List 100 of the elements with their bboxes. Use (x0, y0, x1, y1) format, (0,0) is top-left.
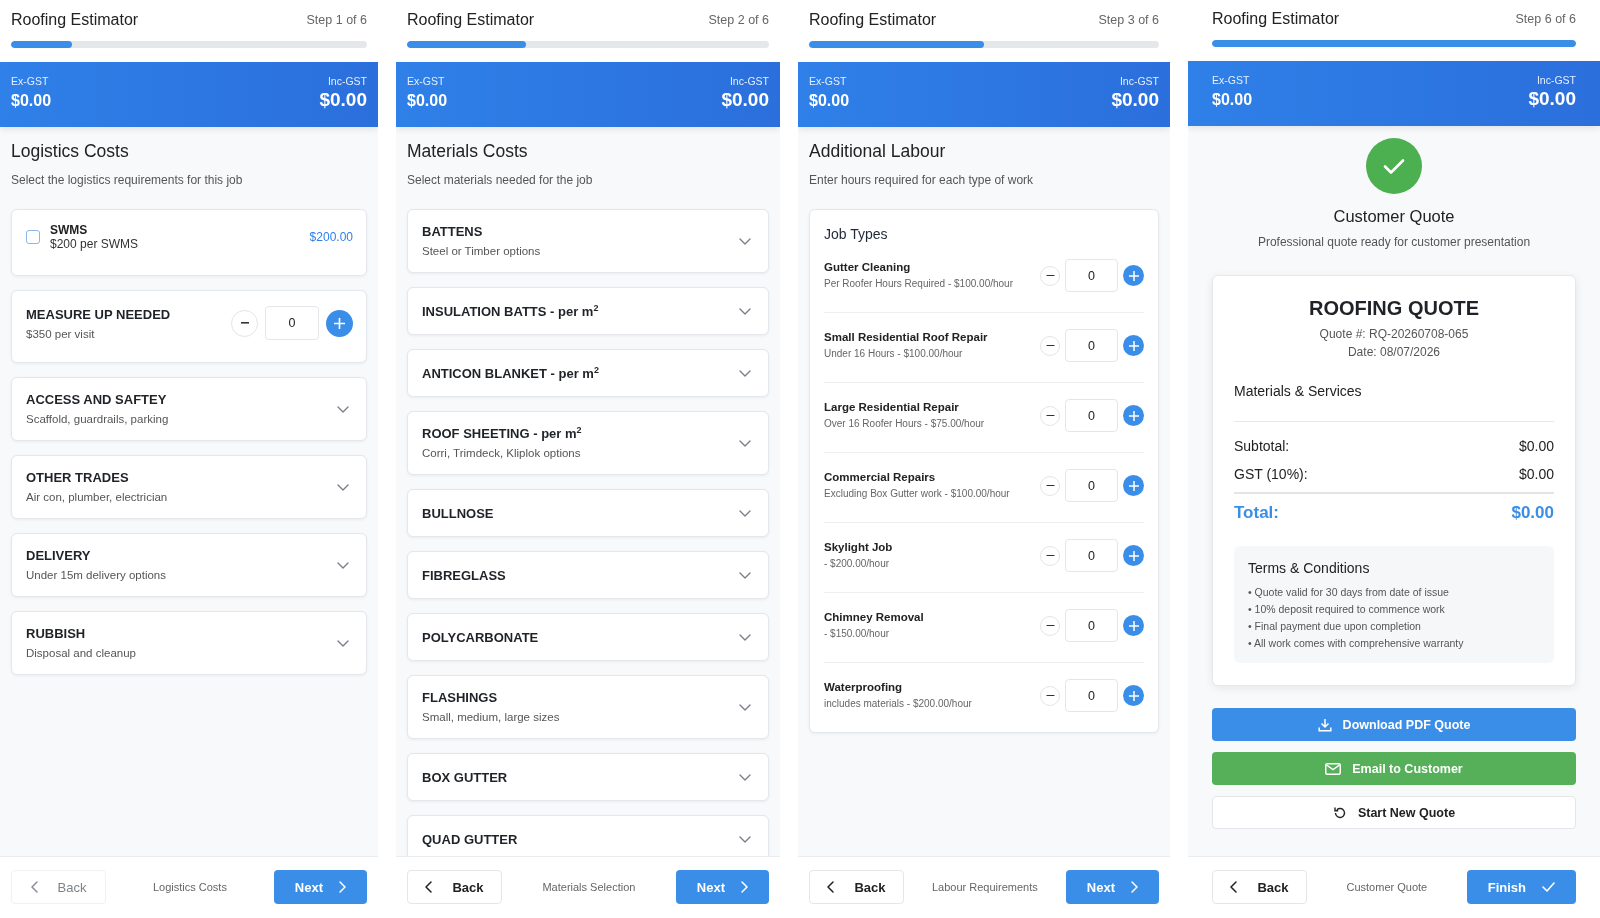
category-title: QUAD GUTTER (422, 830, 518, 848)
inc-gst-label: Inc-GST (1536, 74, 1576, 87)
decrement-button[interactable] (1040, 475, 1060, 496)
chevron-right-icon (339, 881, 346, 893)
decrement-button[interactable] (1040, 615, 1060, 636)
category-description: Disposal and cleanup (26, 646, 136, 661)
decrement-button[interactable] (231, 309, 258, 337)
accordion-header[interactable]: ROOF SHEETING - per m$^{2}$ Corri, Trimdeck, Kliplok options (407, 411, 769, 475)
inc-gst-amount: $0.00 (1111, 89, 1159, 111)
increment-button[interactable] (1123, 335, 1144, 356)
plus-icon (1128, 270, 1139, 281)
increment-button[interactable] (1123, 405, 1144, 426)
refresh-icon (1332, 805, 1347, 820)
accordion-header[interactable]: QUAD GUTTER (407, 815, 769, 856)
category-title: FIBREGLASS (422, 566, 506, 584)
minus-icon (1045, 554, 1055, 557)
quantity-field[interactable]: 0 (265, 306, 319, 340)
chevron-left-icon (1230, 881, 1238, 893)
increment-button[interactable] (326, 309, 353, 337)
option-rate: $200 per SWMS (50, 237, 139, 251)
minus-icon (1045, 344, 1055, 347)
hours-field[interactable]: 0 (1065, 259, 1118, 292)
minus-icon (1045, 414, 1055, 417)
section-heading: Customer Quote (1333, 206, 1455, 226)
accordion-header[interactable]: FIBREGLASS (407, 551, 769, 599)
increment-button[interactable] (1123, 265, 1144, 286)
ex-gst-label: Ex-GST (809, 75, 848, 88)
job-name: Chimney Removal (824, 610, 924, 625)
decrement-button[interactable] (1040, 335, 1060, 356)
start-new-quote-button[interactable]: Start New Quote (1212, 796, 1576, 829)
category-description: Corri, Trimdeck, Kliplok options (422, 446, 581, 461)
checkbox[interactable] (26, 230, 40, 244)
category-description: Air con, plumber, electrician (26, 490, 168, 505)
decrement-button[interactable] (1040, 405, 1060, 426)
decrement-button[interactable] (1040, 685, 1060, 706)
hours-field[interactable]: 0 (1065, 539, 1118, 572)
category-title: POLYCARBONATE (422, 628, 539, 646)
accordion-header[interactable]: POLYCARBONATE (407, 613, 769, 661)
plus-icon (334, 317, 345, 329)
chevron-right-icon (1131, 881, 1138, 893)
back-button[interactable]: Back (809, 870, 904, 904)
hours-field[interactable]: 0 (1065, 329, 1118, 362)
accordion-header[interactable]: INSULATION BATTS - per m$^{2}$ (407, 287, 769, 335)
app-title: Roofing Estimator (11, 11, 139, 29)
ex-gst-label: Ex-GST (407, 75, 446, 88)
ex-gst-amount: $0.00 (1212, 90, 1253, 110)
inc-gst-amount: $0.00 (1528, 88, 1576, 110)
plus-icon (1128, 620, 1139, 631)
job-name: Commercial Repairs (824, 470, 936, 485)
job-rate: - $200.00/hour (824, 557, 890, 571)
option-price: $200.00 (309, 230, 353, 244)
back-button[interactable]: Back (1212, 870, 1307, 904)
minus-icon (239, 322, 250, 324)
step-caption: Materials Selection (542, 881, 636, 893)
total-amount: $0.00 (1511, 502, 1554, 524)
decrement-button[interactable] (1040, 545, 1060, 566)
category-description: Under 15m delivery options (26, 568, 166, 583)
accordion-header[interactable]: BATTENS Steel or Timber options (407, 209, 769, 273)
category-title: OTHER TRADES (26, 469, 129, 486)
inc-gst-amount: $0.00 (319, 89, 367, 111)
chevron-right-icon (741, 881, 748, 893)
accordion-header[interactable]: RUBBISH Disposal and cleanup (11, 611, 367, 675)
decrement-button[interactable] (1040, 265, 1060, 286)
increment-button[interactable] (1123, 475, 1144, 496)
accordion-header[interactable]: BOX GUTTER (407, 753, 769, 801)
terms-item: • Quote valid for 30 days from date of issue (1248, 585, 1449, 600)
option-rate: $350 per visit (26, 327, 95, 342)
category-title: FLASHINGS (422, 689, 498, 706)
increment-button[interactable] (1123, 685, 1144, 706)
increment-button[interactable] (1123, 615, 1144, 636)
chevron-left-icon (425, 881, 433, 893)
accordion-header[interactable]: FLASHINGS Small, medium, large sizes (407, 675, 769, 739)
category-description: Scaffold, guardrails, parking (26, 412, 169, 427)
category-title: RUBBISH (26, 625, 86, 642)
option-card[interactable]: SWMS $200 per SWMS $200.00 (11, 209, 367, 276)
hours-field[interactable]: 0 (1065, 679, 1118, 712)
section-description: Select the logistics requirements for this job (11, 172, 244, 188)
accordion-header[interactable]: DELIVERY Under 15m delivery options (11, 533, 367, 597)
plus-icon (1128, 690, 1139, 701)
hours-field[interactable]: 0 (1065, 469, 1118, 502)
step-counter: Step 2 of 6 (708, 13, 769, 27)
inc-gst-label: Inc-GST (327, 75, 367, 88)
back-button[interactable]: Back (407, 870, 502, 904)
accordion-header[interactable]: ACCESS AND SAFTEY Scaffold, guardrails, parking (11, 377, 367, 441)
terms-heading: Terms & Conditions (1248, 559, 1370, 577)
ex-gst-amount: $0.00 (809, 91, 850, 111)
accordion-header[interactable]: BULLNOSE (407, 489, 769, 537)
total-label: Total: (1234, 502, 1279, 524)
line-amount: $0.00 (1518, 437, 1554, 455)
category-title: BULLNOSE (422, 504, 494, 522)
increment-button[interactable] (1123, 545, 1144, 566)
section-description: Select materials needed for the job (407, 172, 594, 188)
hours-field[interactable]: 0 (1065, 399, 1118, 432)
accordion-header[interactable]: OTHER TRADES Air con, plumber, electrician (11, 455, 367, 519)
minus-icon (1045, 694, 1055, 697)
accordion-header[interactable]: ANTICON BLANKET - per m$^{2}$ (407, 349, 769, 397)
hours-field[interactable]: 0 (1065, 609, 1118, 642)
section-heading: Materials Costs (407, 140, 529, 162)
download-icon (1317, 717, 1332, 732)
job-rate: includes materials - $200.00/hour (824, 697, 972, 711)
